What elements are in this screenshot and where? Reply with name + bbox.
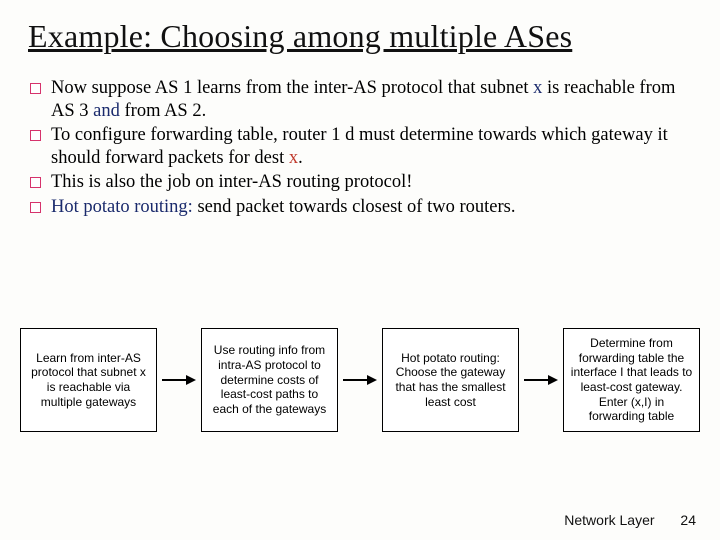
bullet-item: Hot potato routing: send packet towards … [30, 196, 692, 219]
flow-diagram: Learn from inter-AS protocol that subnet… [20, 328, 700, 432]
arrow-right-icon [162, 374, 196, 386]
flow-box: Hot potato routing: Choose the gateway t… [382, 328, 519, 432]
text-run: Now suppose AS 1 learns from the inter-A… [51, 78, 533, 98]
text-run: from AS 2. [120, 101, 206, 121]
emph-hot-potato: Hot potato routing: [51, 197, 193, 217]
text-run: To configure forwarding table, router 1 … [51, 125, 668, 168]
flow-box: Determine from forwarding table the inte… [563, 328, 700, 432]
emph-x-red: x [289, 148, 298, 168]
bullet-item: This is also the job on inter-AS routing… [30, 171, 692, 194]
footer: Network Layer 24 [564, 512, 696, 528]
footer-label: Network Layer [564, 512, 654, 528]
page-number: 24 [680, 512, 696, 528]
flow-box: Use routing info from intra-AS protocol … [201, 328, 338, 432]
bullet-square-icon [30, 177, 41, 188]
bullet-square-icon [30, 202, 41, 213]
bullet-text: Now suppose AS 1 learns from the inter-A… [51, 77, 692, 122]
text-run: . [298, 148, 303, 168]
bullet-item: To configure forwarding table, router 1 … [30, 124, 692, 169]
arrow-right-icon [343, 374, 377, 386]
bullet-square-icon [30, 130, 41, 141]
bullet-text: To configure forwarding table, router 1 … [51, 124, 692, 169]
bullet-list: Now suppose AS 1 learns from the inter-A… [30, 77, 692, 218]
bullet-item: Now suppose AS 1 learns from the inter-A… [30, 77, 692, 122]
bullet-square-icon [30, 83, 41, 94]
emph-and: and [93, 101, 120, 121]
emph-x: x [533, 78, 542, 98]
flow-box: Learn from inter-AS protocol that subnet… [20, 328, 157, 432]
slide: Example: Choosing among multiple ASes No… [0, 0, 720, 540]
arrow-right-icon [524, 374, 558, 386]
slide-title: Example: Choosing among multiple ASes [28, 18, 692, 55]
bullet-text: This is also the job on inter-AS routing… [51, 171, 692, 194]
bullet-text: Hot potato routing: send packet towards … [51, 196, 692, 219]
text-run: send packet towards closest of two route… [193, 197, 516, 217]
